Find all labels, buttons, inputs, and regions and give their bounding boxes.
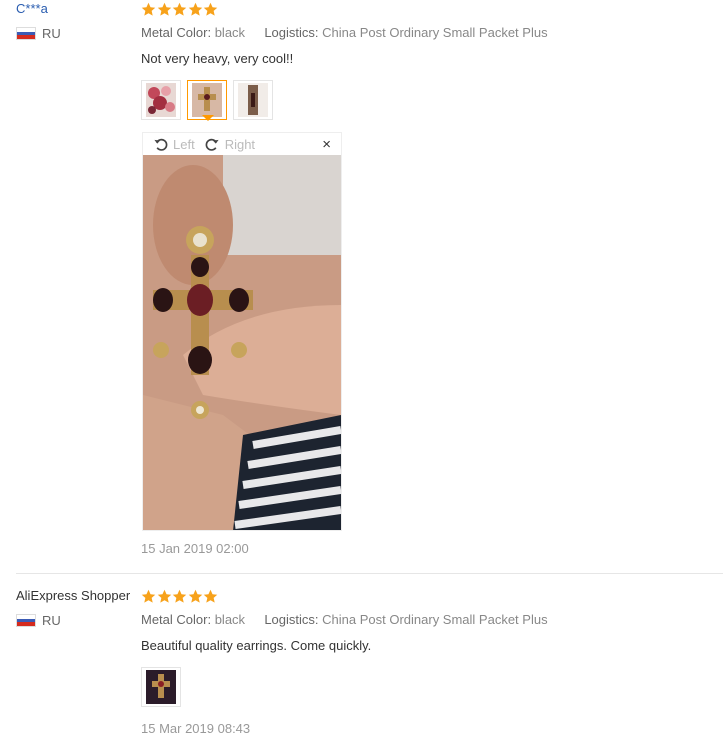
star-icon <box>157 2 171 16</box>
reviewer-country: RU <box>16 613 141 628</box>
metal-color-label: Metal Color: <box>141 612 212 627</box>
review-divider <box>16 573 723 574</box>
photo-earring-image <box>146 670 176 704</box>
star-rating <box>141 0 716 18</box>
review-date: 15 Mar 2019 08:43 <box>141 721 251 736</box>
review-date: 15 Jan 2019 02:00 <box>141 541 249 556</box>
review-body: Metal Color: black Logistics: China Post… <box>141 587 716 736</box>
review-text: Beautiful quality earrings. Come quickly… <box>141 638 372 653</box>
photo-viewer: Left Right × <box>142 132 342 531</box>
photo-flowers-image <box>146 83 176 117</box>
star-icon <box>203 2 218 16</box>
photo-earring-worn-image <box>238 83 268 117</box>
star-icon <box>141 589 156 603</box>
russia-flag-icon <box>16 614 36 627</box>
rotate-left-label: Left <box>173 136 195 152</box>
metal-color-label: Metal Color: <box>141 25 212 40</box>
logistics-label: Logistics: <box>264 612 319 627</box>
review-photo-thumbnail[interactable] <box>233 80 273 120</box>
order-attributes: Metal Color: black Logistics: China Post… <box>141 611 716 629</box>
close-icon[interactable]: × <box>322 136 331 153</box>
rotate-left-button[interactable]: Left <box>153 137 195 152</box>
reviewer-info: AliExpress Shopper RU <box>16 587 141 628</box>
star-icon <box>188 589 202 603</box>
logistics-value: China Post Ordinary Small Packet Plus <box>322 25 548 40</box>
review-body: Metal Color: black Logistics: China Post… <box>141 0 716 120</box>
star-icon <box>188 2 202 16</box>
photo-viewer-toolbar: Left Right × <box>143 133 341 155</box>
order-attributes: Metal Color: black Logistics: China Post… <box>141 24 716 42</box>
logistics-value: China Post Ordinary Small Packet Plus <box>322 612 548 627</box>
review-photo-thumbnail[interactable] <box>141 80 181 120</box>
russia-flag-icon <box>16 27 36 40</box>
logistics-label: Logistics: <box>264 25 319 40</box>
reviewer-name: AliExpress Shopper <box>16 588 131 603</box>
review-text: Not very heavy, very cool!! <box>141 51 294 66</box>
star-icon <box>172 589 187 603</box>
review-photo-thumbnails <box>141 667 716 707</box>
metal-color-value: black <box>214 612 246 627</box>
star-icon <box>141 2 156 16</box>
country-code: RU <box>42 26 61 41</box>
rotate-right-icon <box>205 138 219 151</box>
rotate-right-label: Right <box>224 136 256 152</box>
star-icon <box>172 2 187 16</box>
metal-color-value: black <box>214 25 246 40</box>
photo-earring-image <box>192 83 222 117</box>
star-icon <box>203 589 218 603</box>
review-photo-large <box>143 155 341 530</box>
rotate-left-icon <box>154 138 168 151</box>
review-photo-thumbnails <box>141 80 716 120</box>
rotate-right-button[interactable]: Right <box>205 137 255 152</box>
reviewer-country: RU <box>16 26 141 41</box>
selected-thumb-pointer <box>202 115 214 121</box>
star-rating <box>141 587 716 605</box>
star-icon <box>157 589 171 603</box>
reviewer-name[interactable]: C***a <box>16 0 141 18</box>
review-photo-thumbnail-selected[interactable] <box>187 80 227 120</box>
review-photo-thumbnail[interactable] <box>141 667 181 707</box>
reviewer-info: C***a RU <box>16 0 141 41</box>
country-code: RU <box>42 613 61 628</box>
